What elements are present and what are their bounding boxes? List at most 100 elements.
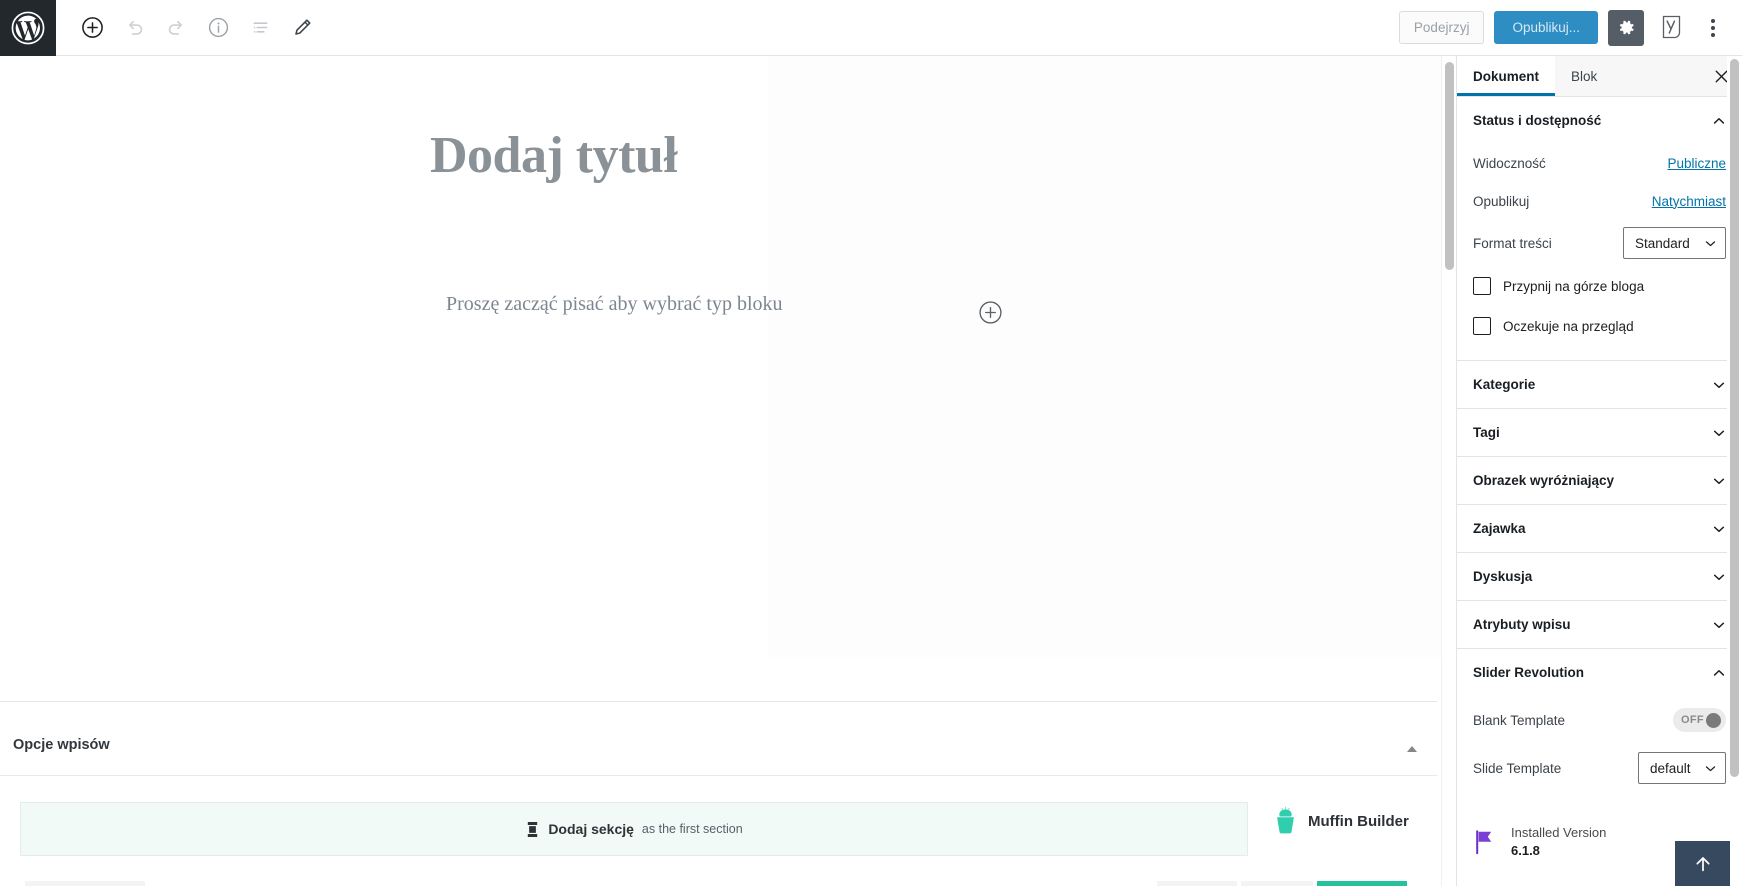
chevron-down-icon bbox=[1713, 430, 1725, 436]
installed-version-label: Installed Version bbox=[1511, 825, 1607, 840]
sticky-post-checkbox[interactable] bbox=[1473, 277, 1491, 295]
preview-button[interactable]: Podejrzyj bbox=[1398, 11, 1485, 44]
panel-slider-revolution-body: Blank Template OFF Slide Template defaul… bbox=[1457, 696, 1742, 806]
wordpress-logo-icon[interactable] bbox=[0, 0, 56, 56]
chevron-down-icon bbox=[1713, 478, 1725, 484]
blank-template-toggle[interactable]: OFF bbox=[1673, 708, 1726, 732]
scroll-to-top-button[interactable] bbox=[1675, 841, 1730, 886]
plus-circle-icon bbox=[81, 17, 103, 38]
tab-document[interactable]: Dokument bbox=[1457, 56, 1556, 96]
caret-up-icon bbox=[1407, 746, 1417, 752]
visibility-value-link[interactable]: Publiczne bbox=[1667, 156, 1726, 171]
panel-post-attributes: Atrybuty wpisu bbox=[1457, 601, 1742, 649]
pending-review-label: Oczekuje na przegląd bbox=[1503, 318, 1634, 334]
panel-excerpt-header[interactable]: Zajawka bbox=[1457, 505, 1742, 552]
import-button[interactable]: Import bbox=[1240, 881, 1314, 886]
muffin-builder-branding: Muffin Builder bbox=[1272, 806, 1409, 836]
redo-arrow-icon bbox=[168, 20, 182, 35]
yoast-seo-icon bbox=[1662, 15, 1680, 39]
export-button[interactable]: Eksport bbox=[1157, 881, 1237, 886]
post-options-collapse-button[interactable] bbox=[1404, 741, 1420, 757]
panel-tags-title: Tagi bbox=[1473, 425, 1500, 440]
chevron-down-icon bbox=[1705, 765, 1716, 771]
add-block-button[interactable] bbox=[72, 8, 112, 48]
undo-arrow-icon bbox=[128, 20, 142, 35]
post-title-input[interactable]: Dodaj tytuł bbox=[430, 126, 678, 185]
publish-label: Opublikuj bbox=[1473, 193, 1530, 209]
row-pending-review[interactable]: Oczekuje na przegląd bbox=[1473, 306, 1726, 346]
editor-toolbar: Podejrzyj Opublikuj... bbox=[0, 0, 1742, 56]
panel-discussion-title: Dyskusja bbox=[1473, 569, 1533, 584]
kebab-menu-icon bbox=[1711, 18, 1715, 37]
panel-tags-header[interactable]: Tagi bbox=[1457, 409, 1742, 456]
edit-mode-button[interactable] bbox=[282, 8, 322, 48]
row-blank-template: Blank Template OFF bbox=[1473, 696, 1726, 744]
installed-version-number: 6.1.8 bbox=[1511, 842, 1540, 858]
panel-post-attributes-header[interactable]: Atrybuty wpisu bbox=[1457, 601, 1742, 648]
pencil-icon bbox=[294, 19, 311, 35]
undo-button[interactable] bbox=[114, 8, 154, 48]
row-sticky-post[interactable]: Przypnij na górze bloga bbox=[1473, 266, 1726, 306]
panel-status-title: Status i dostępność bbox=[1473, 113, 1602, 128]
default-block-placeholder[interactable]: Proszę zacząć pisać aby wybrać typ bloku bbox=[446, 293, 783, 316]
editor-scrollbar[interactable] bbox=[1441, 56, 1456, 886]
panel-post-attributes-title: Atrybuty wpisu bbox=[1473, 617, 1571, 632]
publish-button[interactable]: Opublikuj... bbox=[1494, 11, 1598, 44]
slide-template-label: Slide Template bbox=[1473, 760, 1562, 776]
post-format-select[interactable]: Standard bbox=[1623, 227, 1726, 259]
blank-template-toggle-state: OFF bbox=[1681, 714, 1704, 726]
block-navigation-button[interactable] bbox=[240, 8, 280, 48]
chevron-down-icon bbox=[1713, 526, 1725, 532]
list-view-icon bbox=[253, 22, 267, 33]
row-visibility: Widoczność Publiczne bbox=[1473, 144, 1726, 182]
gear-icon bbox=[1619, 20, 1634, 35]
row-post-format: Format treści Standard bbox=[1473, 220, 1726, 266]
slide-template-select[interactable]: default bbox=[1638, 752, 1726, 784]
sidebar-tabs: Dokument Blok bbox=[1457, 56, 1742, 97]
builder-seo-switch[interactable]: Builder » SEO bbox=[25, 881, 145, 886]
redo-button[interactable] bbox=[156, 8, 196, 48]
slide-template-value: default bbox=[1650, 760, 1691, 776]
chevron-up-icon bbox=[1713, 669, 1725, 676]
installed-version-text: Installed Version 6.1.8 bbox=[1511, 824, 1606, 859]
toolbar-left-tools bbox=[56, 8, 322, 48]
publish-value-link[interactable]: Natychmiast bbox=[1652, 194, 1726, 209]
tab-block[interactable]: Blok bbox=[1555, 56, 1613, 96]
panel-excerpt: Zajawka bbox=[1457, 505, 1742, 553]
post-options-metabox-header: Opcje wpisów bbox=[0, 719, 1437, 776]
sidebar-scrollbar-thumb[interactable] bbox=[1730, 59, 1739, 777]
panel-discussion-header[interactable]: Dyskusja bbox=[1457, 553, 1742, 600]
more-options-button[interactable] bbox=[1698, 10, 1728, 46]
content-info-button[interactable] bbox=[198, 8, 238, 48]
sticky-post-label: Przypnij na górze bloga bbox=[1503, 278, 1645, 294]
panel-featured-image-header[interactable]: Obrazek wyróżniający bbox=[1457, 457, 1742, 504]
panel-featured-image: Obrazek wyróżniający bbox=[1457, 457, 1742, 505]
builder-seo-button[interactable]: Builder » SEO bbox=[25, 881, 145, 886]
chevron-down-icon bbox=[1713, 622, 1725, 628]
plus-circle-icon bbox=[978, 300, 1002, 324]
add-section-button[interactable]: Dodaj sekcję as the first section bbox=[20, 802, 1248, 856]
muffin-cupcake-icon bbox=[1277, 806, 1294, 834]
panel-categories-header[interactable]: Kategorie bbox=[1457, 361, 1742, 408]
panel-status-body: Widoczność Publiczne Opublikuj Natychmia… bbox=[1457, 144, 1742, 360]
sidebar-scrollbar[interactable] bbox=[1727, 56, 1742, 886]
editor-scrollbar-thumb[interactable] bbox=[1445, 62, 1454, 270]
panel-slider-revolution-header[interactable]: Slider Revolution bbox=[1457, 649, 1742, 696]
post-format-value: Standard bbox=[1635, 235, 1690, 251]
yoast-seo-button[interactable] bbox=[1654, 10, 1688, 46]
chevron-down-icon bbox=[1713, 574, 1725, 580]
canvas-divider-top bbox=[0, 701, 1437, 702]
builder-actions: Eksport Import Szablony bbox=[1157, 881, 1407, 886]
inline-block-adder-button[interactable] bbox=[977, 299, 1003, 325]
settings-button[interactable] bbox=[1608, 9, 1644, 46]
row-slide-template: Slide Template default bbox=[1473, 744, 1726, 792]
arrow-up-icon bbox=[1695, 856, 1710, 871]
panel-tags: Tagi bbox=[1457, 409, 1742, 457]
blank-template-label: Blank Template bbox=[1473, 712, 1566, 728]
editor-canvas: Dodaj tytuł Proszę zacząć pisać aby wybr… bbox=[0, 56, 1456, 886]
templates-button[interactable]: Szablony bbox=[1317, 881, 1407, 886]
pending-review-checkbox[interactable] bbox=[1473, 317, 1491, 335]
toolbar-right-actions: Podejrzyj Opublikuj... bbox=[1398, 9, 1742, 46]
panel-status-header[interactable]: Status i dostępność bbox=[1457, 97, 1742, 144]
add-section-label: Dodaj sekcję bbox=[548, 821, 634, 837]
